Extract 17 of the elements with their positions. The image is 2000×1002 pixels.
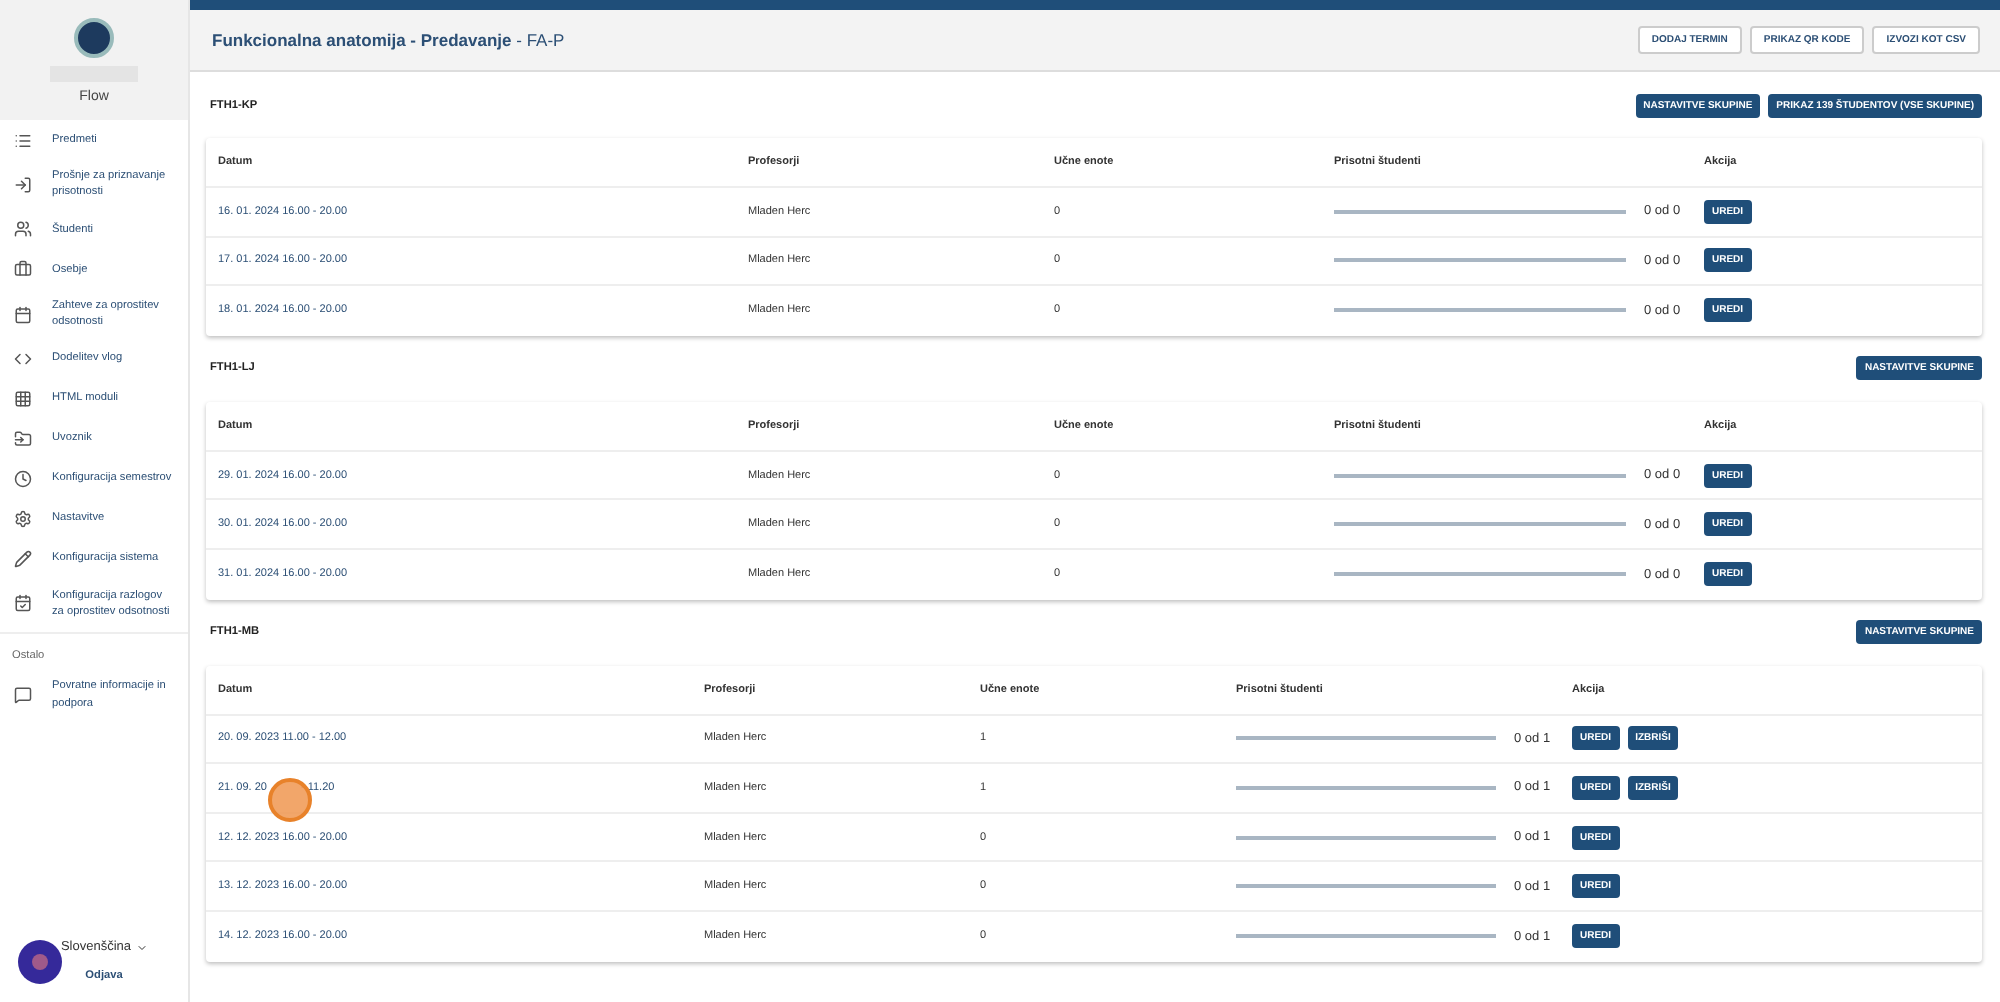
settings-icon <box>14 510 32 529</box>
logo-icon <box>74 18 114 58</box>
calendar-check-icon <box>14 594 32 613</box>
chat-bubble-icon[interactable] <box>18 940 62 984</box>
list-icon <box>14 131 32 149</box>
page-title: Funkcionalna anatomija - Predavanje - FA-P <box>212 30 565 50</box>
login-icon <box>14 175 32 194</box>
caret-icon <box>135 941 148 953</box>
briefcase-icon <box>14 260 32 279</box>
users-icon <box>14 220 32 239</box>
clock-icon <box>14 470 32 489</box>
grid-icon <box>14 390 32 409</box>
message-icon <box>14 686 32 705</box>
code-icon <box>14 350 32 369</box>
folder-icon <box>14 430 32 449</box>
pencil-icon <box>14 550 32 569</box>
calendar-icon <box>14 305 32 324</box>
